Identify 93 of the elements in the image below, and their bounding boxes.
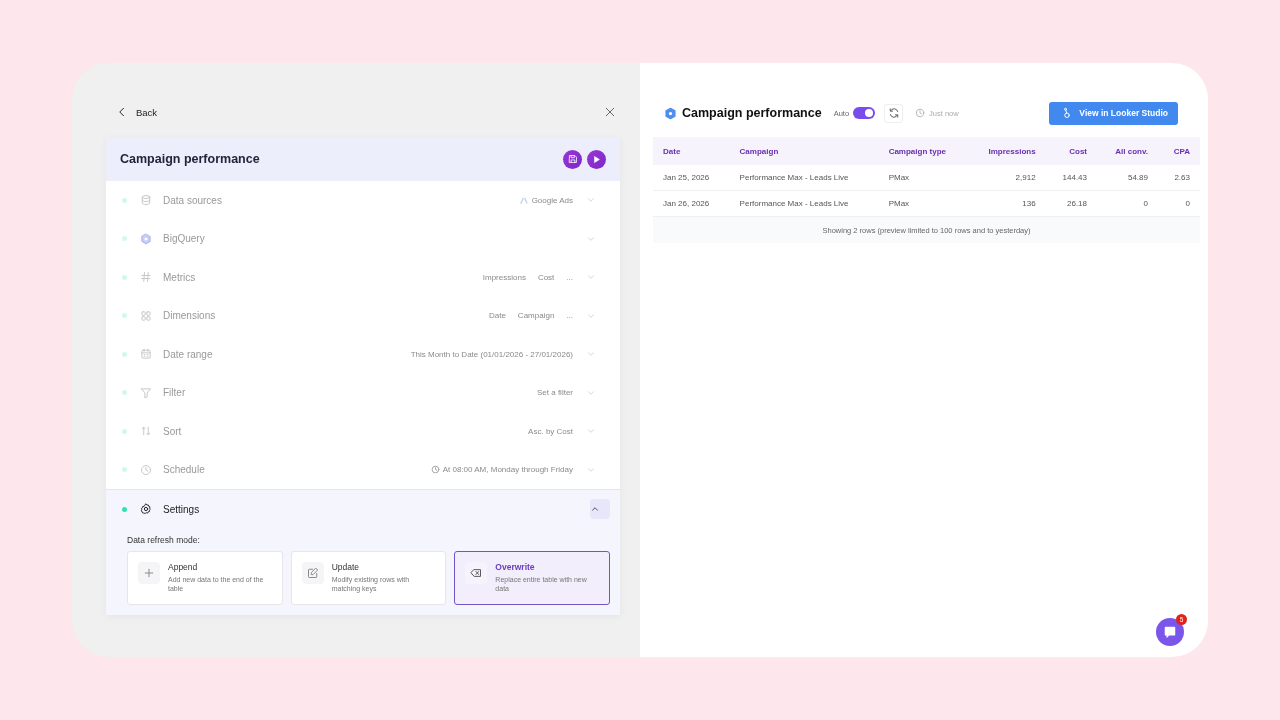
column-header: All conv.: [1097, 137, 1158, 165]
table-cell: 2.63: [1158, 165, 1200, 191]
option-title: Append: [168, 561, 199, 572]
status-dot: [122, 274, 127, 280]
refresh-icon: [887, 107, 900, 119]
row-label: Dimensions: [163, 310, 216, 322]
table-cell: 136: [968, 190, 1046, 217]
config-row[interactable]: Metrics Impressions Cost ...: [106, 258, 620, 297]
table-cell: Jan 26, 2026: [653, 190, 730, 217]
collapse-button[interactable]: [590, 499, 610, 520]
column-header: Campaign type: [878, 137, 968, 165]
table-cell: PMax: [878, 165, 968, 191]
row-value: At 08:00 AM, Monday through Friday: [442, 465, 573, 475]
config-row[interactable]: Date range This Month to Date (01/01/2026 - 27/01/2026): [106, 335, 620, 374]
row-value: ...: [566, 311, 573, 321]
settings-icon: [140, 503, 152, 516]
option-title: Update: [331, 561, 361, 572]
column-header: CPA: [1158, 137, 1200, 165]
refresh-button[interactable]: [884, 103, 904, 123]
row-label: Settings: [163, 503, 200, 515]
row-label: Schedule: [163, 464, 205, 476]
table-cell: PMax: [878, 190, 968, 217]
config-row[interactable]: Data sources Google Ads: [106, 181, 620, 220]
row-value: Date: [488, 311, 506, 321]
looker-studio-button[interactable]: View in Looker Studio: [1049, 101, 1178, 125]
section-label: Data refresh mode:: [127, 534, 201, 545]
run-button[interactable]: [587, 149, 606, 169]
column-header: Cost: [1045, 137, 1097, 165]
back-button[interactable]: Back: [116, 106, 158, 118]
close-button[interactable]: [604, 106, 616, 118]
row-value: Set a filter: [537, 388, 573, 398]
status-dot: [122, 390, 127, 396]
table-cell: Jan 25, 2026: [653, 165, 730, 191]
option-title: Overwrite: [495, 561, 536, 572]
config-row[interactable]: Schedule At 08:00 AM, Monday through Friday: [106, 450, 620, 489]
filter-icon: [140, 386, 152, 399]
sort-arrows-icon: [140, 425, 152, 438]
clock-icon: [915, 108, 926, 118]
status-dot: [122, 236, 127, 242]
table-cell: 144.43: [1045, 165, 1097, 191]
row-value: ...: [566, 272, 573, 282]
column-header: Date: [653, 137, 730, 165]
edit-icon: [306, 566, 319, 579]
plus-icon: [143, 566, 155, 579]
close-icon: [604, 106, 616, 118]
table-cell: 0: [1158, 190, 1200, 217]
row-label: Filter: [163, 387, 186, 399]
row-value: Asc. by Cost: [528, 426, 573, 436]
grid-icon: [140, 309, 152, 322]
database-icon: [140, 194, 152, 207]
table-cell: 54.89: [1097, 165, 1158, 191]
backspace-icon: [470, 566, 483, 579]
table-cell: Performance Max - Leads Live: [729, 190, 879, 217]
config-row[interactable]: Sort Asc. by Cost: [106, 412, 620, 451]
status-dot: [122, 506, 127, 512]
save-icon: [567, 154, 578, 164]
table-cell: Performance Max - Leads Live: [729, 165, 879, 191]
clock-icon: [140, 463, 152, 476]
play-icon: [592, 154, 601, 164]
row-value: This Month to Date (01/01/2026 - 27/01/2026): [410, 349, 573, 359]
hexagon-icon: [140, 232, 152, 245]
row-value: Cost: [537, 272, 555, 282]
hexagon-icon: [664, 106, 677, 120]
row-value: Google Ads: [531, 195, 573, 205]
table-cell: 0: [1097, 190, 1158, 217]
ads-logo-icon: [518, 195, 529, 206]
save-button[interactable]: [563, 149, 582, 169]
column-header: Campaign: [729, 137, 879, 165]
auto-toggle[interactable]: [853, 107, 876, 119]
config-row[interactable]: Dimensions Date Campaign ...: [106, 296, 620, 335]
row-label: BigQuery: [163, 233, 205, 245]
row-value: Campaign: [517, 311, 555, 321]
calendar-icon: [140, 348, 152, 361]
column-header: Impressions: [968, 137, 1046, 165]
row-value: Impressions: [482, 272, 526, 282]
table-cell: 26.18: [1045, 190, 1097, 217]
status-dot: [122, 197, 127, 203]
row-label: Sort: [163, 425, 182, 437]
hash-icon: [140, 271, 152, 284]
status-dot: [122, 428, 127, 434]
report-title: Campaign performance: [682, 106, 822, 120]
config-row[interactable]: Filter Set a filter: [106, 373, 620, 412]
panel-title: Campaign performance: [120, 152, 260, 166]
row-label: Date range: [163, 348, 213, 360]
row-label: Data sources: [163, 194, 222, 206]
status-dot: [122, 351, 127, 357]
clock-icon: [430, 465, 440, 475]
config-row[interactable]: BigQuery: [106, 219, 620, 258]
row-label: Metrics: [163, 271, 196, 283]
status-dot: [122, 313, 127, 319]
status-dot: [122, 467, 127, 473]
table-cell: 2,912: [968, 165, 1046, 191]
chat-bubble-icon: [1163, 625, 1177, 639]
